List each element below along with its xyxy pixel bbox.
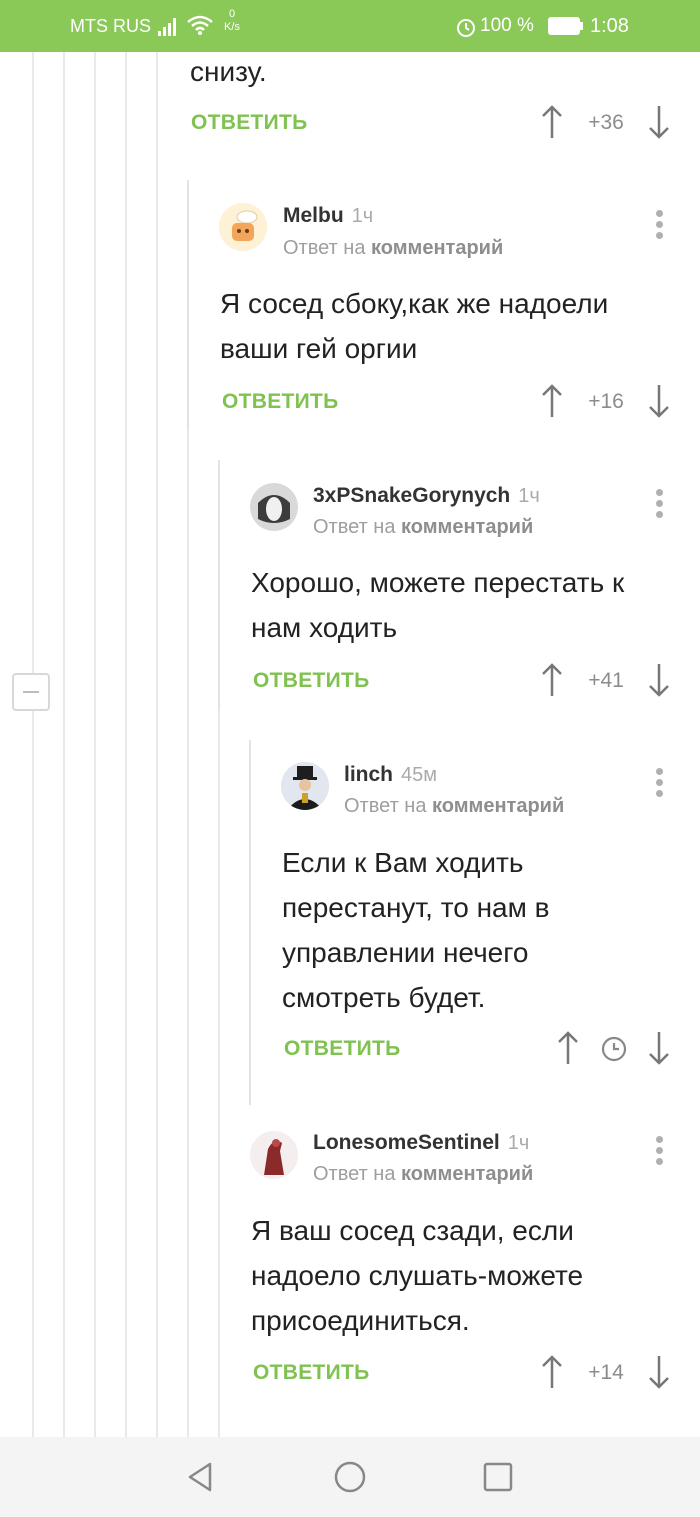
upvote-icon[interactable]: [540, 662, 564, 698]
downvote-icon[interactable]: [647, 1354, 671, 1390]
battery-percent: 100 %: [480, 15, 534, 36]
thread-line: [156, 52, 158, 1437]
author-name[interactable]: LonesomeSentinel 1ч: [313, 1131, 529, 1155]
avatar[interactable]: [250, 1131, 298, 1179]
comment-time: 1ч: [507, 1132, 530, 1154]
avatar-image: [250, 1131, 298, 1179]
reply-to-link[interactable]: комментарий: [432, 795, 564, 817]
thread-line: [63, 52, 65, 1437]
comment-indent-bar: [218, 460, 220, 710]
signal-icon: [158, 18, 176, 36]
upvote-icon[interactable]: [540, 383, 564, 419]
downvote-icon[interactable]: [647, 104, 671, 140]
more-options-icon[interactable]: [652, 210, 666, 246]
upvote-icon[interactable]: [540, 104, 564, 140]
upvote-icon[interactable]: [540, 1354, 564, 1390]
comment-body: Я ваш сосед сзади, если надоело слушать-…: [251, 1215, 584, 1336]
avatar[interactable]: [250, 483, 298, 531]
downvote-icon[interactable]: [647, 383, 671, 419]
comment-indent-bar: [187, 180, 189, 430]
more-options-icon[interactable]: [652, 1136, 666, 1172]
wifi-icon: [187, 15, 213, 35]
comment-time: 45м: [401, 764, 438, 786]
home-icon[interactable]: [332, 1459, 368, 1495]
downvote-icon[interactable]: [647, 1030, 671, 1066]
reply-to-link[interactable]: комментарий: [401, 1163, 533, 1185]
comment-score: +41: [588, 669, 624, 692]
more-options-icon[interactable]: [652, 768, 666, 804]
reply-to-line: Ответ на комментарий: [313, 1163, 534, 1185]
avatar-image: [219, 203, 267, 251]
back-icon[interactable]: [182, 1459, 218, 1495]
reply-to-line: Ответ на комментарий: [313, 516, 534, 538]
author-name[interactable]: Melbu 1ч: [283, 204, 373, 228]
thread-line: [32, 52, 34, 1437]
comment-body: Если к Вам ходить перестанут, то нам в у…: [282, 847, 550, 1013]
alarm-icon: [457, 19, 475, 37]
comment-body: Я сосед сбоку,как же надоели ваши гей ор…: [220, 288, 609, 364]
comment-score: +14: [588, 1361, 624, 1384]
reply-button[interactable]: ОТВЕТИТЬ: [284, 1037, 401, 1061]
battery-icon: [548, 17, 583, 35]
comment-indent-bar: [249, 740, 251, 1105]
reply-to-link[interactable]: комментарий: [401, 516, 533, 538]
reply-button[interactable]: ОТВЕТИТЬ: [253, 1361, 370, 1385]
reply-to-line: Ответ на комментарий: [283, 237, 504, 259]
comment-time: 1ч: [518, 485, 540, 507]
avatar-image: [281, 762, 329, 810]
comment-score: +36: [588, 111, 624, 134]
comment-score: +16: [588, 390, 624, 413]
author-name[interactable]: linch 45м: [344, 763, 437, 787]
avatar[interactable]: [281, 762, 329, 810]
downvote-icon[interactable]: [647, 662, 671, 698]
reply-to-line: Ответ на комментарий: [344, 795, 565, 817]
avatar-image: [250, 483, 298, 531]
reply-button[interactable]: ОТВЕТИТЬ: [222, 390, 339, 414]
comment-body-tail: снизу.: [190, 56, 267, 87]
collapse-thread-button[interactable]: [12, 673, 50, 711]
recents-icon[interactable]: [480, 1459, 516, 1495]
upvote-icon[interactable]: [556, 1030, 580, 1066]
thread-line: [94, 52, 96, 1437]
status-bar: MTS RUS 0 K/s 100 % 1:08: [0, 0, 700, 52]
carrier-name: MTS RUS: [70, 16, 151, 36]
thread-line: [125, 52, 127, 1437]
clock-time: 1:08: [590, 15, 629, 37]
clock-icon: [601, 1036, 627, 1062]
more-options-icon[interactable]: [652, 489, 666, 525]
network-speed: 0 K/s: [224, 8, 240, 33]
navigation-bar: [0, 1437, 700, 1517]
comment-time: 1ч: [351, 205, 374, 227]
reply-button[interactable]: ОТВЕТИТЬ: [191, 111, 308, 135]
reply-button[interactable]: ОТВЕТИТЬ: [253, 669, 370, 693]
reply-to-link[interactable]: комментарий: [371, 237, 503, 259]
author-name[interactable]: 3xPSnakeGorynych 1ч: [313, 484, 540, 508]
avatar[interactable]: [219, 203, 267, 251]
comment-body: Хорошо, можете перестать к нам ходить: [251, 567, 625, 643]
